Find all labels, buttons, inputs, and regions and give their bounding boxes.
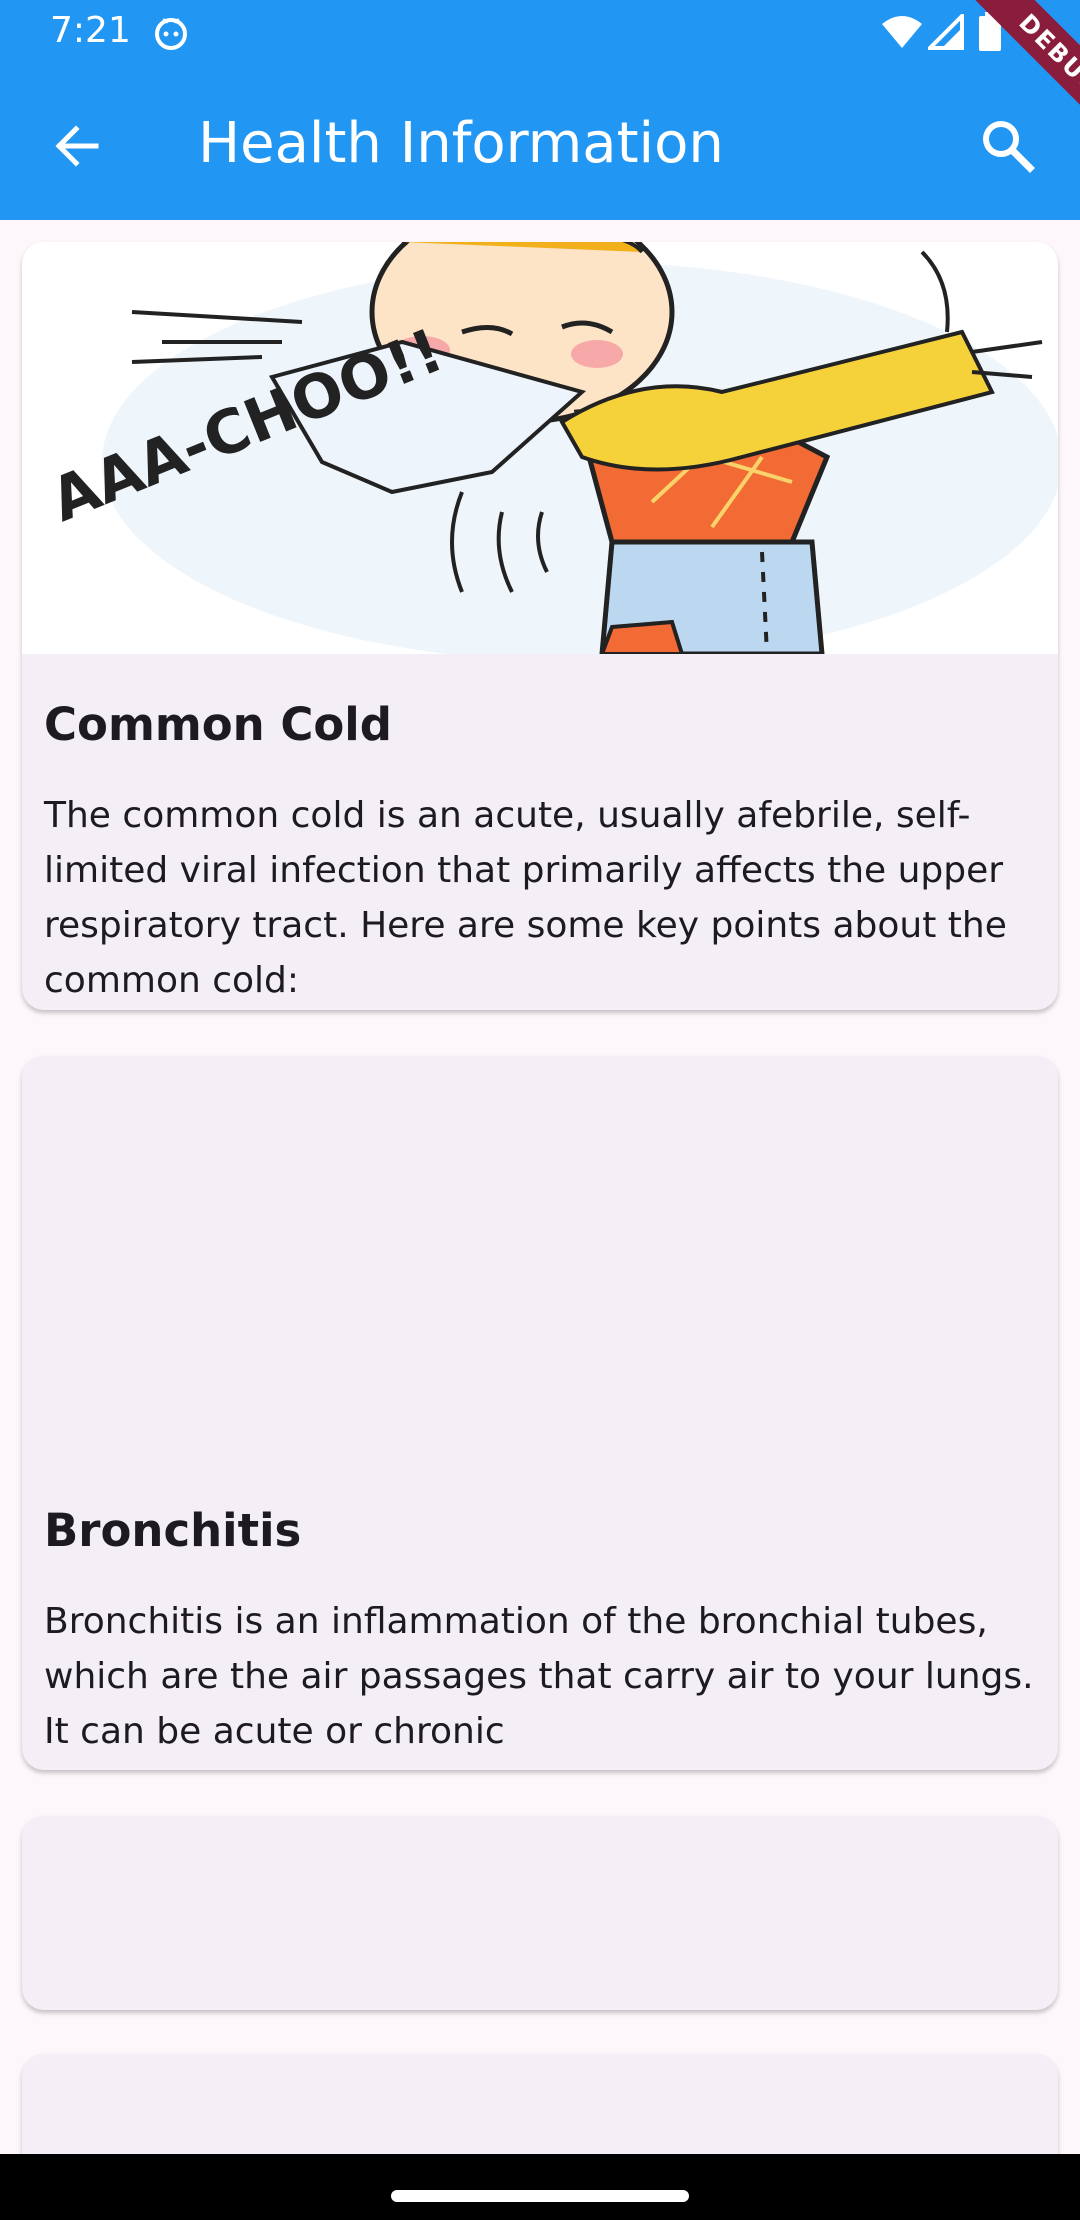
navigation-bar [0,2154,1080,2220]
app-bar: Health Information [0,66,1080,220]
search-icon[interactable] [972,110,1044,182]
back-arrow-icon[interactable] [40,110,112,182]
wifi-icon [882,16,922,48]
battery-icon [979,12,1001,51]
card-image-placeholder [22,1056,1058,1468]
page-title: Health Information [198,111,724,176]
card-title: Bronchitis [44,1504,302,1557]
status-time: 7:21 [50,10,131,51]
signal-icon [928,14,964,50]
sneezing-person-illustration: AAA-CHOO!! [22,242,1058,654]
card-description: The common cold is an acute, usually afe… [44,795,1007,1001]
card-placeholder[interactable] [22,2054,1058,2154]
card-title: Common Cold [44,698,392,751]
card-bronchitis[interactable]: Bronchitis Bronchitis is an inflammation… [22,1056,1058,1770]
card-placeholder[interactable] [22,1816,1058,2010]
home-gesture-handle[interactable] [391,2190,689,2202]
card-common-cold[interactable]: AAA-CHOO!! Common Cold The common cold i… [22,242,1058,1010]
cat-icon [155,18,187,50]
status-bar: 7:21 [0,0,1080,66]
health-info-list[interactable]: AAA-CHOO!! Common Cold The common cold i… [0,220,1080,2154]
card-description: Bronchitis is an inflammation of the bro… [44,1601,1034,1752]
